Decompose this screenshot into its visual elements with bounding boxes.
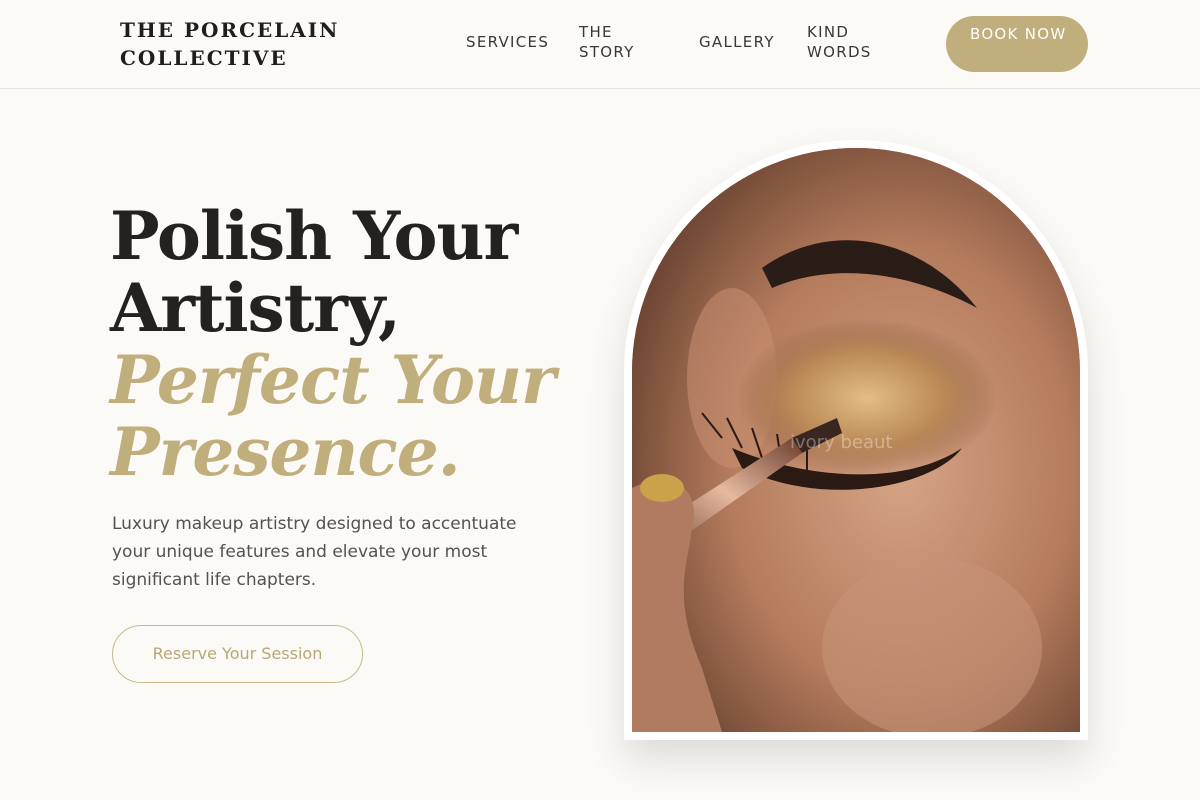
book-now-button[interactable]: BOOK NOW: [946, 16, 1088, 72]
hero-title-line-2: Artistry,: [110, 269, 401, 347]
reserve-session-button[interactable]: Reserve Your Session: [112, 625, 363, 683]
nav-kind-words[interactable]: KIND WORDS: [807, 22, 887, 62]
site-header: THE PORCELAIN COLLECTIVE SERVICES THE ST…: [0, 0, 1200, 89]
image-watermark: ivory beaut: [790, 432, 892, 453]
hero-title-accent-line-2: Presence.: [110, 413, 461, 491]
nav-the-story[interactable]: THE STORY: [579, 22, 659, 62]
eye-makeup-illustration: ivory beaut: [632, 148, 1080, 732]
brand-logo[interactable]: THE PORCELAIN COLLECTIVE: [120, 16, 360, 72]
nav-gallery[interactable]: GALLERY: [699, 32, 775, 52]
hero-makeup-photo: ivory beaut: [632, 148, 1080, 732]
hero-image-frame: ivory beaut: [624, 140, 1088, 740]
nav-services[interactable]: SERVICES: [466, 32, 549, 52]
hero-subtitle: Luxury makeup artistry designed to accen…: [112, 514, 517, 590]
hero-title: Polish Your Artistry, Perfect Your Prese…: [110, 200, 590, 488]
hero-title-line-1: Polish Your: [110, 197, 518, 275]
hero-title-accent-line-1: Perfect Your: [110, 341, 556, 419]
